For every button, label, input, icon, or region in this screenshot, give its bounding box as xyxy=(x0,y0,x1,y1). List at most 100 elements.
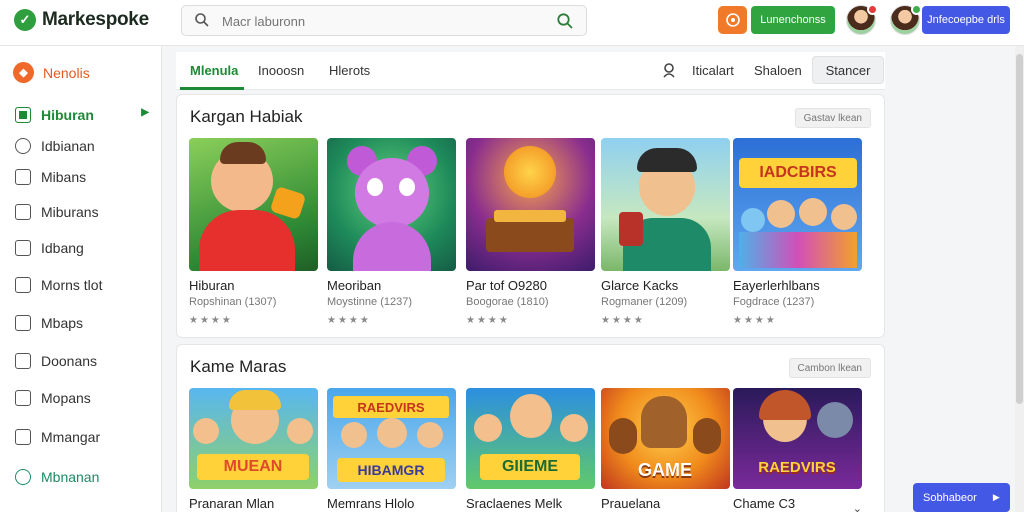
game-card[interactable]: IADCBIRS Eayerlerhlbans Fogdrace (1237) … xyxy=(733,138,862,326)
link-iticalart[interactable]: Iticalart xyxy=(692,63,734,78)
sidebar-item-label: Idbang xyxy=(41,240,84,256)
thumbnail-text: GIIEME xyxy=(480,454,580,480)
sidebar-item-label: Miburans xyxy=(41,204,99,220)
section-featured: Kargan Habiak Gastav lkean Hiburan Ropsh… xyxy=(176,94,885,338)
chevron-right-icon: ▶ xyxy=(141,107,149,118)
tab-hlerots[interactable]: Hlerots xyxy=(329,63,370,78)
game-icon-button[interactable] xyxy=(718,6,747,34)
logo[interactable]: ✓ Markespoke xyxy=(14,9,149,31)
fire-icon: ◆ xyxy=(13,62,34,83)
game-card[interactable]: Glarce Kacks Rogmaner (1209) ★★★★ xyxy=(601,138,730,326)
game-card[interactable]: Hiburan Ropshinan (1307) ★★★★ xyxy=(189,138,318,326)
sidebar-item-hiburan[interactable]: Hiburan ▶ xyxy=(15,104,155,126)
avatar[interactable] xyxy=(890,4,922,35)
floating-action-button[interactable]: Sobhabeor ▶ xyxy=(913,483,1010,512)
sidebar-top-label: Nenolis xyxy=(43,64,90,81)
document-icon xyxy=(15,277,31,293)
sidebar-item[interactable]: Mmangar xyxy=(15,426,155,448)
tab-inooosn[interactable]: Inooosn xyxy=(258,63,304,78)
sidebar-item-label: Mopans xyxy=(41,390,91,406)
search-bar xyxy=(181,5,587,36)
section-games: Kame Maras Cambon lkean MUEAN Pranaran M… xyxy=(176,344,885,512)
sidebar-item-label: Mibans xyxy=(41,169,87,185)
game-card[interactable]: GIIEME Sraclaenes Melk xyxy=(466,388,595,511)
primary-action-button[interactable]: Lunenchonss xyxy=(751,6,835,34)
game-thumbnail: GAME xyxy=(601,388,730,489)
circle-icon xyxy=(15,469,31,485)
sidebar-item-label: Hiburan xyxy=(41,107,94,123)
game-thumbnail xyxy=(601,138,730,271)
sidebar-item[interactable]: Mibans xyxy=(15,166,155,188)
game-thumbnail: RAEDVIRS HIBAMGR xyxy=(327,388,456,489)
game-meta: Fogdrace (1237) xyxy=(733,296,815,308)
sidebar-item[interactable]: Mbnanan xyxy=(15,466,155,488)
section-title: Kargan Habiak xyxy=(190,107,303,126)
view-all-button[interactable]: Gastav lkean xyxy=(794,108,871,128)
search-icon[interactable] xyxy=(662,62,678,78)
search-submit-icon[interactable] xyxy=(556,12,574,30)
game-card[interactable]: MUEAN Pranaran Mlan xyxy=(189,388,318,511)
sidebar-item[interactable]: Morns tlot xyxy=(15,274,155,296)
game-meta: Boogorae (1810) xyxy=(466,296,549,308)
sidebar-item-label: Doonans xyxy=(41,353,98,369)
rating-stars: ★★★★ xyxy=(733,315,777,326)
scrollbar-thumb[interactable] xyxy=(1016,54,1023,404)
game-title: Prauelana xyxy=(601,496,661,511)
flower-icon xyxy=(725,13,740,27)
game-card[interactable]: GAME Prauelana xyxy=(601,388,730,511)
clock-icon xyxy=(15,138,31,154)
sidebar-item-label: Mmangar xyxy=(41,429,101,445)
game-icon xyxy=(15,107,31,123)
game-card[interactable]: Par tof O9280 Boogorae (1810) ★★★★ xyxy=(466,138,595,326)
game-thumbnail: IADCBIRS xyxy=(733,138,862,271)
rating-stars: ★★★★ xyxy=(327,315,371,326)
game-title: Eayerlerhlbans xyxy=(733,278,820,293)
sidebar-item[interactable]: Mopans xyxy=(15,387,155,409)
sidebar-item[interactable]: Doonans xyxy=(15,350,155,372)
game-title: Chame C3 xyxy=(733,496,796,511)
play-icon: ▶ xyxy=(992,492,1000,502)
stancer-button[interactable]: Stancer xyxy=(812,56,884,84)
file-icon xyxy=(15,390,31,406)
game-title: Sraclaenes Melk xyxy=(466,496,563,511)
sidebar-item[interactable]: Miburans xyxy=(15,201,155,223)
game-meta: Ropshinan (1307) xyxy=(189,296,277,308)
game-card[interactable]: RAEDVIRS HIBAMGR Memrans Hlolo xyxy=(327,388,456,511)
sidebar-top-item[interactable]: ◆ Nenolis xyxy=(13,62,90,83)
game-thumbnail xyxy=(189,138,318,271)
sidebar-item-label: Mbaps xyxy=(41,315,84,331)
game-thumbnail: RAEDVIRS xyxy=(733,388,862,489)
scrollbar[interactable] xyxy=(1015,46,1024,512)
chevron-down-icon[interactable]: ⌄ xyxy=(853,502,862,512)
game-title: Glarce Kacks xyxy=(601,278,679,293)
logo-icon: ✓ xyxy=(14,9,36,31)
rating-stars: ★★★★ xyxy=(189,315,233,326)
link-shaloen[interactable]: Shaloen xyxy=(754,63,802,78)
tab-mlenula[interactable]: Mlenula xyxy=(190,63,238,78)
home-icon xyxy=(15,315,31,331)
game-title: Meoriban xyxy=(327,278,382,293)
sidebar-item-label: Idbianan xyxy=(41,138,95,154)
page-icon xyxy=(15,353,31,369)
calendar-icon xyxy=(15,429,31,445)
sidebar-item[interactable]: Idbang xyxy=(15,237,155,259)
sidebar-item[interactable]: Idbianan xyxy=(15,135,155,157)
view-all-button[interactable]: Cambon lkean xyxy=(788,358,871,378)
sidebar-item-label: Morns tlot xyxy=(41,277,103,293)
game-thumbnail xyxy=(466,138,595,271)
secondary-action-button[interactable]: Jnfecoepbe drls xyxy=(922,6,1010,34)
thumbnail-text: GAME xyxy=(638,459,692,480)
game-card[interactable]: RAEDVIRS Chame C3 ⌄ xyxy=(733,388,862,512)
game-card[interactable]: Meoriban Moystinne (1237) ★★★★ xyxy=(327,138,456,326)
floating-button-label: Sobhabeor xyxy=(923,491,977,504)
section-title: Kame Maras xyxy=(190,357,287,376)
sidebar-item[interactable]: Mbaps xyxy=(15,312,155,334)
notification-badge xyxy=(867,4,878,15)
avatar[interactable] xyxy=(846,4,878,35)
game-thumbnail xyxy=(327,138,456,271)
tabs-bar: Mlenula Inooosn Hlerots Iticalart Shaloe… xyxy=(176,52,885,90)
game-title: Hiburan xyxy=(189,278,235,293)
sidebar: ◆ Nenolis Hiburan ▶ Idbianan Mibans Mibu… xyxy=(0,46,162,512)
game-meta: Rogmaner (1209) xyxy=(601,296,688,308)
search-input[interactable] xyxy=(222,11,542,31)
